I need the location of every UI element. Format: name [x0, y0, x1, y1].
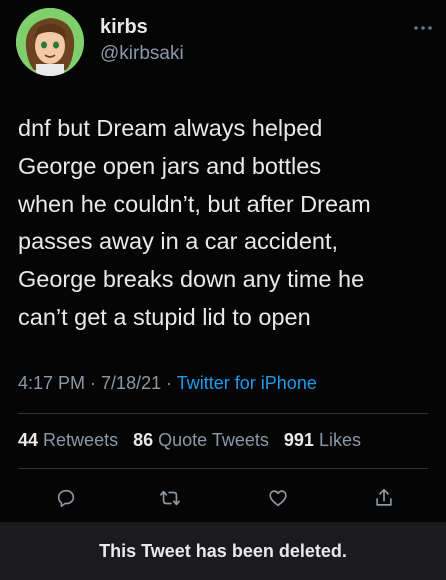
quote-tweets-stat[interactable]: 86 Quote Tweets	[133, 430, 269, 450]
tweet-source-link[interactable]: Twitter for iPhone	[177, 373, 317, 393]
retweets-count: 44	[18, 430, 39, 450]
action-bar	[0, 480, 446, 516]
display-name[interactable]: kirbs	[100, 16, 148, 39]
like-button[interactable]	[260, 480, 296, 516]
likes-count: 991	[283, 430, 314, 450]
heart-icon	[269, 490, 287, 507]
meta-separator: ·	[161, 373, 177, 393]
tweet-text: dnf but Dream always helped George open …	[18, 115, 371, 330]
tweet-stats: 44 Retweets 86 Quote Tweets 991 Likes	[18, 430, 371, 451]
reply-icon	[57, 489, 75, 508]
retweet-button[interactable]	[152, 480, 188, 516]
deleted-tweet-message: This Tweet has been deleted.	[99, 540, 347, 561]
tweet-date[interactable]: 7/18/21	[101, 373, 161, 393]
more-dots-icon[interactable]	[412, 20, 434, 30]
retweets-label: Retweets	[43, 430, 119, 450]
deleted-tweet-banner: This Tweet has been deleted.	[0, 522, 446, 580]
retweet-icon	[160, 490, 180, 506]
divider	[18, 468, 428, 469]
tweet-meta: 4:17 PM · 7/18/21 · Twitter for iPhone	[18, 373, 317, 394]
share-button[interactable]	[366, 480, 402, 516]
user-handle[interactable]: @kirbsaki	[100, 43, 184, 65]
avatar-illustration	[16, 8, 84, 76]
likes-stat[interactable]: 991 Likes	[284, 430, 361, 450]
tweet-card: kirbs @kirbsaki dnf but Dream always hel…	[0, 0, 446, 522]
quotes-label: Quote Tweets	[158, 430, 269, 450]
reply-button[interactable]	[48, 480, 84, 516]
likes-label: Likes	[318, 430, 361, 450]
quotes-count: 86	[133, 430, 154, 450]
share-icon	[376, 488, 392, 506]
tweet-time[interactable]: 4:17 PM	[18, 373, 85, 393]
divider	[18, 413, 428, 414]
avatar[interactable]	[16, 8, 84, 76]
retweets-stat[interactable]: 44 Retweets	[18, 430, 118, 450]
meta-separator: ·	[85, 373, 102, 393]
